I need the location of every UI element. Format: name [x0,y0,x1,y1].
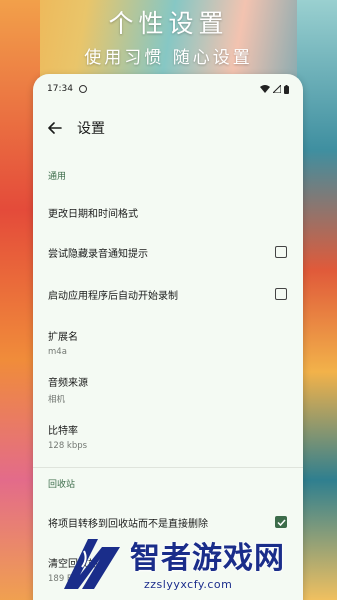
check-icon [276,518,286,526]
date-format-label: 更改日期和时间格式 [48,208,138,220]
status-time: 17:34 [47,84,73,94]
bitrate-label: 比特率 [48,425,78,437]
signal-icon [273,85,281,93]
extension-value: m4a [48,346,67,357]
wifi-icon [260,85,270,93]
audio-source-setting[interactable]: 音频来源 相机 [33,366,303,412]
watermark: 智者游戏网 zzslyyxcfy.com [58,527,337,600]
section-header-general: 通用 [48,172,67,182]
bitrate-setting[interactable]: 比特率 128 kbps [33,412,303,460]
notification-dot-icon [78,85,87,93]
background-artwork-right [297,0,337,600]
banner-subtitle: 使用习惯 随心设置 [84,48,253,68]
section-header-recycle: 回收站 [48,479,76,490]
bitrate-value: 128 kbps [48,440,88,451]
watermark-name: 智者游戏网 [130,541,285,576]
auto-record-setting[interactable]: 启动应用程序后自动开始录制 [33,270,303,318]
arrow-left-icon [48,122,62,134]
extension-setting[interactable]: 扩展名 m4a [33,318,303,366]
hide-notification-setting[interactable]: 尝试隐藏录音通知提示 [33,234,303,270]
watermark-logo-icon [64,539,120,589]
hide-notification-checkbox[interactable] [275,246,287,258]
auto-record-label: 启动应用程序后自动开始录制 [48,290,178,302]
phone-screen: 17:34 设置 通用 更改日期和时间格式 尝试隐藏录音通知提示 启动应用程序后… [33,74,303,600]
hide-notification-label: 尝试隐藏录音通知提示 [48,248,148,260]
page-title: 设置 [77,121,105,137]
audio-source-label: 音频来源 [48,377,88,389]
watermark-url: zzslyyxcfy.com [144,578,233,591]
audio-source-value: 相机 [48,394,66,405]
app-bar: 设置 [33,104,303,152]
auto-record-checkbox[interactable] [275,288,287,300]
back-button[interactable] [45,118,65,138]
extension-label: 扩展名 [48,331,78,343]
status-icons [260,84,289,94]
date-format-setting[interactable]: 更改日期和时间格式 [33,190,303,234]
status-bar: 17:34 [33,74,303,104]
banner-title: 个性设置 [108,9,229,38]
battery-icon [284,84,289,94]
